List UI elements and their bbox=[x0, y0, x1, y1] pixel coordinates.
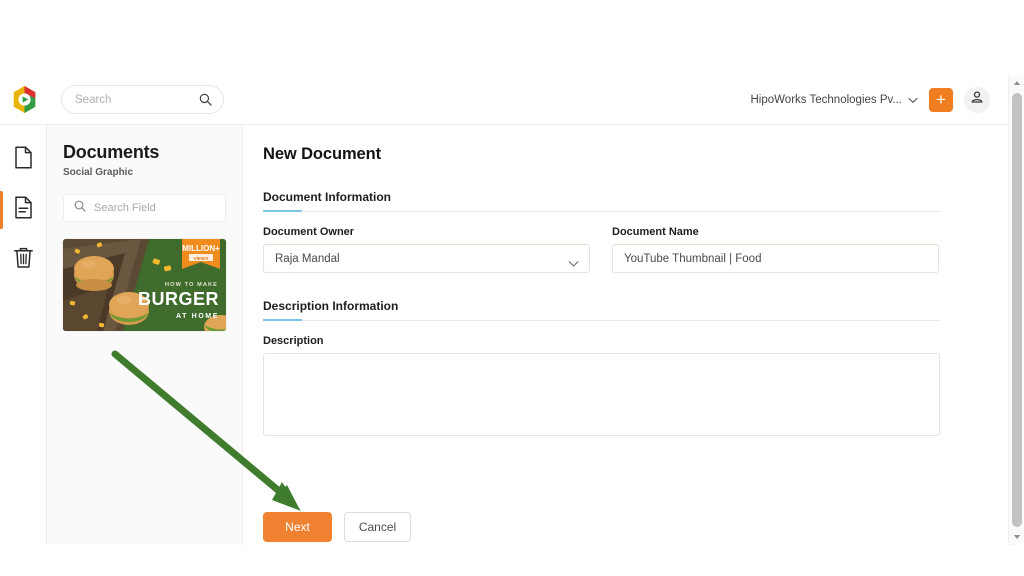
documents-panel: Documents Social Graphic Search Field MI… bbox=[47, 125, 243, 545]
svg-text:BURGER: BURGER bbox=[138, 289, 219, 309]
trash-icon bbox=[13, 246, 34, 274]
scroll-down-arrow-icon[interactable] bbox=[1009, 529, 1024, 545]
document-owner-select[interactable]: Raja Mandal bbox=[263, 244, 590, 273]
chevron-down-icon bbox=[568, 255, 579, 273]
org-name-label: HipoWorks Technologies Pv... bbox=[750, 93, 903, 106]
field-label: Description bbox=[263, 335, 324, 347]
sidebar-item-templates[interactable] bbox=[0, 185, 47, 235]
field-document-owner: Document Owner Raja Mandal bbox=[263, 226, 590, 273]
search-icon bbox=[199, 93, 212, 111]
cancel-button-label: Cancel bbox=[358, 520, 397, 534]
section-title: Document Information bbox=[263, 190, 391, 204]
scrollbar-thumb[interactable] bbox=[1012, 93, 1022, 527]
user-account-icon bbox=[970, 90, 984, 109]
section-document-information: Document Information Document Owner Raja… bbox=[263, 188, 940, 273]
next-button-label: Next bbox=[285, 520, 310, 534]
panel-title: Documents bbox=[63, 142, 160, 162]
sidebar-item-trash[interactable] bbox=[0, 235, 47, 285]
file-lines-icon bbox=[14, 196, 33, 224]
org-switcher[interactable]: HipoWorks Technologies Pv... bbox=[751, 91, 919, 109]
account-button[interactable] bbox=[964, 86, 990, 113]
form-actions: Next Cancel bbox=[263, 512, 1008, 542]
field-document-name: Document Name bbox=[612, 226, 939, 273]
cancel-button[interactable]: Cancel bbox=[344, 512, 411, 542]
app-window: HipoWorks Technologies Pv... + bbox=[0, 75, 1024, 545]
app-logo[interactable] bbox=[0, 75, 48, 125]
field-label: Document Owner bbox=[263, 226, 355, 238]
file-blank-icon bbox=[14, 146, 33, 174]
scroll-up-arrow-icon[interactable] bbox=[1009, 75, 1024, 91]
svg-text:VIEWS: VIEWS bbox=[194, 256, 209, 261]
svg-text:HOW TO MAKE: HOW TO MAKE bbox=[165, 282, 218, 288]
bottom-whitespace bbox=[0, 545, 1024, 576]
section-title: Description Information bbox=[263, 299, 399, 313]
app-header: HipoWorks Technologies Pv... + bbox=[0, 75, 1008, 125]
header-actions: HipoWorks Technologies Pv... + bbox=[751, 86, 1009, 113]
description-textarea[interactable] bbox=[264, 354, 939, 435]
document-thumbnail-card[interactable]: MILLION+ VIEWS HOW TO MAKE BURGER AT HOM… bbox=[63, 239, 226, 331]
plus-icon: + bbox=[936, 90, 946, 109]
chevron-down-icon bbox=[908, 91, 918, 109]
add-new-button[interactable]: + bbox=[929, 87, 953, 112]
hipoworks-hexagon-logo-icon bbox=[10, 85, 39, 114]
section-divider bbox=[263, 319, 940, 321]
panel-search-input[interactable] bbox=[94, 202, 204, 214]
svg-text:MILLION+: MILLION+ bbox=[182, 244, 220, 253]
document-owner-value: Raja Mandal bbox=[275, 252, 340, 265]
description-textarea-wrap[interactable] bbox=[263, 353, 940, 436]
page-scrollbar[interactable] bbox=[1008, 75, 1024, 545]
document-name-field[interactable] bbox=[612, 244, 939, 273]
top-whitespace bbox=[0, 0, 1024, 75]
main-content: New Document Document Information Docume… bbox=[243, 125, 1008, 545]
global-search[interactable] bbox=[61, 85, 224, 114]
next-button[interactable]: Next bbox=[263, 512, 332, 542]
field-label: Document Name bbox=[612, 226, 699, 238]
burger-thumbnail-image: MILLION+ VIEWS HOW TO MAKE BURGER AT HOM… bbox=[63, 239, 226, 331]
section-divider bbox=[263, 210, 940, 212]
section-description-information: Description Information Description bbox=[263, 297, 940, 436]
search-input[interactable] bbox=[62, 93, 186, 106]
page-title: New Document bbox=[263, 145, 381, 163]
panel-subtitle: Social Graphic bbox=[63, 167, 134, 178]
field-description: Description bbox=[263, 335, 940, 436]
document-name-input[interactable] bbox=[613, 252, 938, 265]
panel-search[interactable] bbox=[63, 194, 226, 222]
sidebar-item-documents[interactable] bbox=[0, 135, 47, 185]
field-row: Document Owner Raja Mandal Document Name bbox=[263, 226, 940, 273]
search-icon bbox=[74, 199, 86, 217]
svg-text:AT HOME: AT HOME bbox=[176, 313, 219, 320]
icon-rail bbox=[0, 125, 47, 545]
